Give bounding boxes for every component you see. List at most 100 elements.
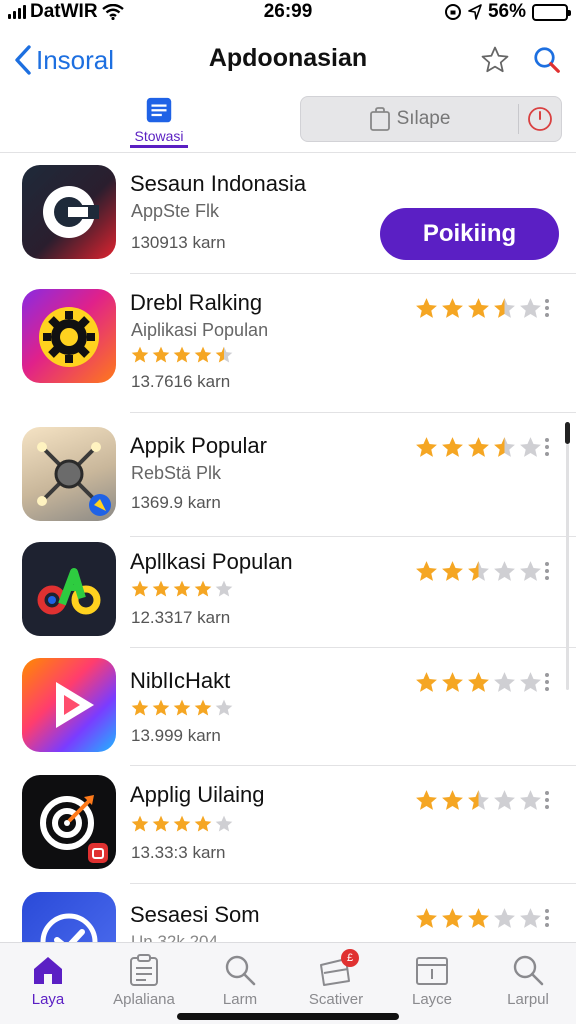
segment-main-button[interactable]: Sılape [301,106,518,132]
star-icon [215,346,233,363]
star-icon [442,437,463,457]
nav-actions [480,45,562,75]
star-icon [520,561,541,581]
scroll-indicator[interactable] [565,422,570,444]
tab-calendar[interactable]: Layce [384,943,480,1024]
segment-clock-button[interactable] [519,106,561,132]
star-icon [442,908,463,928]
segment-label: Sılape [396,108,451,129]
star-icon [494,561,515,581]
rating-stars [414,559,543,584]
star-icon [416,561,437,581]
search-icon [513,955,544,986]
search-icon [225,955,256,986]
star-icon [416,437,437,457]
home-icon [34,957,62,984]
tab-apps[interactable]: Aplaliana [96,943,192,1024]
list-item[interactable]: Sesaun Indonasia AppSte Flk 130913 karn … [0,153,576,274]
navigation-bar: Insoral Apdoonasian [0,24,576,96]
rating-stars [414,788,543,813]
signal-icon [8,5,26,19]
list-item[interactable]: Apllkasi Populan 12.3317 karn [0,537,576,648]
star-icon [152,346,170,363]
tab-home[interactable]: Laya [0,943,96,1024]
satellite-icon [22,427,116,521]
app-meta: 1369.9 karn [131,493,221,512]
more-options-button[interactable] [543,791,551,809]
search-icon[interactable] [532,45,562,75]
star-icon [442,790,463,810]
star-icon [194,580,212,597]
list-item[interactable]: NiblIcHakt 13.999 karn [0,648,576,766]
more-options-button[interactable] [543,909,551,927]
star-icon [194,346,212,363]
star-icon [520,672,541,692]
star-icon [442,672,463,692]
back-button[interactable]: Insoral [14,44,114,76]
scroll-track[interactable] [566,444,569,690]
wifi-icon [101,4,124,20]
bicycle-icon [22,542,116,636]
star-icon [152,580,170,597]
target-icon [22,775,116,869]
get-button[interactable]: Poikiing [380,208,559,260]
mini-rating [130,698,234,718]
chevron-left-icon [15,45,31,75]
mini-rating [130,345,234,365]
more-options-button[interactable] [543,299,551,317]
star-icon [442,561,463,581]
rating-stars [414,296,543,321]
app-name: NiblIcHakt [130,668,231,693]
star-icon [520,437,541,457]
calendar-icon [416,957,448,985]
store-icon [146,97,172,123]
tab-profile[interactable]: Larpul [480,943,576,1024]
app-name: Apllkasi Populan [130,549,293,574]
tab-search[interactable]: Larm [192,943,288,1024]
list-item[interactable]: Sesaesi Som Un 32k 204 [0,884,576,942]
tabs-row: Stowasi Sılape [0,96,576,152]
star-icon [468,561,489,581]
mini-rating [130,814,234,834]
list-item[interactable]: Drebl Ralking Aiplikasi Populan 13.7616 … [0,274,576,413]
app-list: Sesaun Indonasia AppSte Flk 130913 karn … [0,152,576,942]
app-meta: 13.7616 karn [131,372,231,391]
segmented-control: Sılape [300,96,562,142]
star-icon [520,298,541,318]
notification-badge: £ [341,949,359,967]
tab-label: Layce [411,991,453,1008]
star-icon [131,699,149,716]
battery-icon [532,3,571,21]
status-right: 56% [444,1,571,23]
more-options-button[interactable] [543,562,551,580]
tab-label: Aplaliana [113,991,175,1008]
app-name: Drebl Ralking [130,290,263,315]
back-label: Insoral [36,44,115,75]
star-icon [173,580,191,597]
rating-stars [414,670,543,695]
star-icon [194,815,212,832]
app-meta: 13.999 karn [131,726,221,745]
star-icon [468,437,489,457]
check-icon [22,892,116,942]
app-meta: 12.3317 karn [131,608,231,627]
star-icon [173,346,191,363]
status-left: DatWIR [8,1,124,23]
list-item[interactable]: Appik Popular RebStä Plk 1369.9 karn [0,413,576,537]
star-icon [131,815,149,832]
rating-stars [414,435,543,460]
clock-icon [528,107,552,131]
star-outline-icon[interactable] [480,45,510,75]
location-icon [468,4,482,20]
home-indicator[interactable] [177,1013,399,1020]
list-item[interactable]: Applig Uilaing 13.33:3 karn [0,766,576,884]
tab-updates[interactable]: £ Scativer [288,943,384,1024]
more-options-button[interactable] [543,673,551,691]
star-icon [152,699,170,716]
star-icon [494,790,515,810]
more-options-button[interactable] [543,438,551,456]
app-subtitle: Aiplikasi Populan [131,320,269,340]
star-icon [468,790,489,810]
tab-store[interactable]: Stowasi [130,96,188,148]
star-icon [131,346,149,363]
